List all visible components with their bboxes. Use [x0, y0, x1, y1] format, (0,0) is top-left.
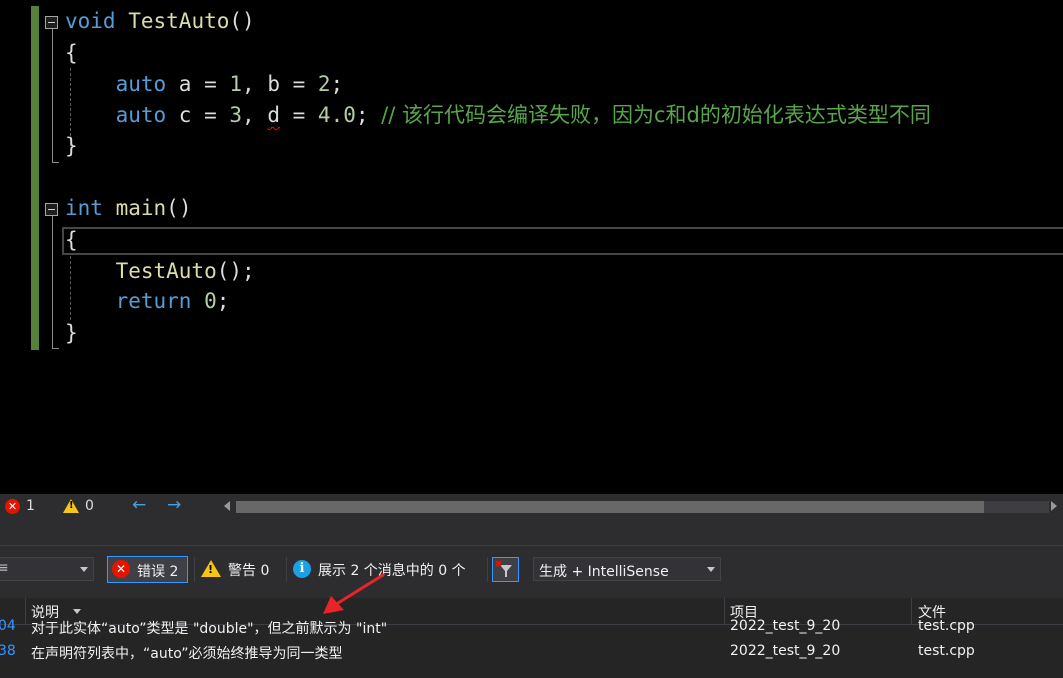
number-literal: 4.0 [317, 103, 356, 127]
number-literal: 3 [229, 103, 243, 127]
back-arrow-icon[interactable]: ← [132, 495, 146, 515]
horizontal-scrollbar[interactable] [236, 501, 1049, 513]
fold-line [52, 216, 53, 348]
code-editor[interactable]: void TestAuto() { auto a = 1, b = 2; aut… [0, 0, 1063, 494]
keyword: auto [115, 103, 167, 127]
punctuation: () [229, 9, 255, 33]
toolbar-divider [487, 557, 488, 582]
fold-end [52, 348, 59, 349]
messages-filter-label: 展示 2 个消息中的 0 个 [318, 563, 466, 579]
number-literal: 2 [317, 72, 331, 96]
code-comment: // 该行代码会编译失败，因为c和d的初始化表达式类型不同 [381, 103, 931, 127]
current-line-highlight [62, 227, 1063, 255]
brace: { [65, 228, 78, 252]
keyword: int [65, 196, 103, 220]
keyword: return [115, 289, 192, 313]
keyword: void [65, 9, 116, 33]
code-text: (); [216, 259, 255, 283]
build-intellisense-dropdown[interactable]: 生成 + IntelliSense [533, 557, 721, 581]
error-row[interactable]: 38 在声明符列表中，“auto”必须始终推导为同一类型 2022_test_9… [0, 640, 1063, 664]
code-line[interactable]: void TestAuto() [65, 6, 255, 37]
error-icon: ✕ [112, 560, 130, 578]
code-text: , [242, 103, 268, 127]
function-name: main [115, 196, 167, 220]
warning-icon: ! [201, 560, 221, 577]
fold-line [52, 29, 53, 162]
code-line[interactable]: TestAuto(); [65, 256, 255, 287]
scroll-right-icon[interactable] [1051, 501, 1057, 511]
error-icon[interactable]: ✕ [5, 499, 20, 514]
error-project: 2022_test_9_20 [730, 643, 841, 659]
errors-filter-button[interactable]: ✕ 错误 2 [107, 556, 188, 583]
build-filter-value: 生成 + IntelliSense [539, 564, 669, 580]
errors-filter-label: 错误 2 [137, 564, 179, 580]
warning-icon[interactable]: ! [63, 499, 79, 513]
scroll-left-icon[interactable] [224, 501, 230, 511]
error-list-panel: ≡ ✕ 错误 2 ! 警告 0 i 展示 2 个消息中的 0 个 生成 + In… [0, 519, 1063, 678]
code-line[interactable]: } [65, 318, 78, 349]
code-text: ; [330, 72, 344, 96]
error-list-toolbar: ≡ ✕ 错误 2 ! 警告 0 i 展示 2 个消息中的 0 个 生成 + In… [0, 546, 1063, 598]
code-text: ; [355, 103, 382, 127]
scope-dropdown[interactable]: ≡ [0, 557, 94, 581]
error-description: 对于此实体“auto”类型是 "double"，但之前默示为 "int" [31, 621, 388, 637]
code-line[interactable]: } [65, 131, 78, 162]
error-row[interactable]: 04 对于此实体“auto”类型是 "double"，但之前默示为 "int" … [0, 615, 1063, 639]
error-description: 在声明符列表中，“auto”必须始终推导为同一类型 [31, 646, 343, 662]
code-line[interactable]: auto c = 3, d = 4.0; // 该行代码会编译失败，因为c和d的… [65, 100, 931, 131]
change-marker [31, 6, 39, 350]
code-line[interactable]: auto a = 1, b = 2; [65, 69, 344, 100]
number-literal: 1 [229, 72, 243, 96]
filter-icon [495, 560, 512, 577]
code-text: = [279, 103, 318, 127]
error-code[interactable]: 04 [0, 618, 16, 634]
function-call: TestAuto [115, 259, 217, 283]
panel-title-strip [0, 519, 1063, 546]
sort-caret-icon[interactable] [73, 609, 81, 614]
keyword: auto [115, 72, 167, 96]
forward-arrow-icon[interactable]: → [167, 495, 181, 515]
chevron-down-icon [80, 567, 88, 572]
chevron-down-icon [707, 567, 715, 572]
code-line[interactable]: return 0; [65, 286, 230, 317]
warnings-filter-button[interactable]: ! 警告 0 [197, 556, 281, 583]
filter-toggle-button[interactable] [492, 557, 519, 582]
editor-status-strip: ✕ 1 ! 0 ← → [0, 494, 1063, 519]
error-project: 2022_test_9_20 [730, 618, 841, 634]
function-name: TestAuto [128, 9, 230, 33]
code-line[interactable]: int main() [65, 193, 191, 224]
toolbar-divider [286, 557, 287, 582]
number-literal: 0 [204, 289, 217, 313]
error-count[interactable]: 1 [26, 498, 35, 514]
toolbar-divider [194, 557, 195, 582]
warnings-filter-label: 警告 0 [228, 563, 270, 579]
collapse-icon[interactable] [45, 16, 58, 29]
brace: } [65, 321, 78, 345]
code-line[interactable]: { [65, 38, 78, 69]
warning-count[interactable]: 0 [85, 498, 94, 514]
code-text: , b = [242, 72, 318, 96]
code-text: a = [166, 72, 230, 96]
brace: { [65, 41, 78, 65]
info-icon: i [293, 560, 311, 578]
scrollbar-thumb[interactable] [236, 501, 984, 513]
code-text: c = [166, 103, 230, 127]
scope-value: ≡ [0, 560, 9, 576]
error-squiggle[interactable]: d [267, 103, 280, 127]
code-line[interactable]: { [65, 225, 78, 256]
fold-end [52, 162, 59, 163]
brace: } [65, 134, 78, 158]
code-text: ; [216, 289, 230, 313]
error-code[interactable]: 38 [0, 643, 16, 659]
error-file[interactable]: test.cpp [918, 618, 975, 634]
punctuation: () [166, 196, 192, 220]
messages-filter-button[interactable]: i 展示 2 个消息中的 0 个 [290, 556, 482, 583]
collapse-icon[interactable] [45, 203, 58, 216]
error-file[interactable]: test.cpp [918, 643, 975, 659]
